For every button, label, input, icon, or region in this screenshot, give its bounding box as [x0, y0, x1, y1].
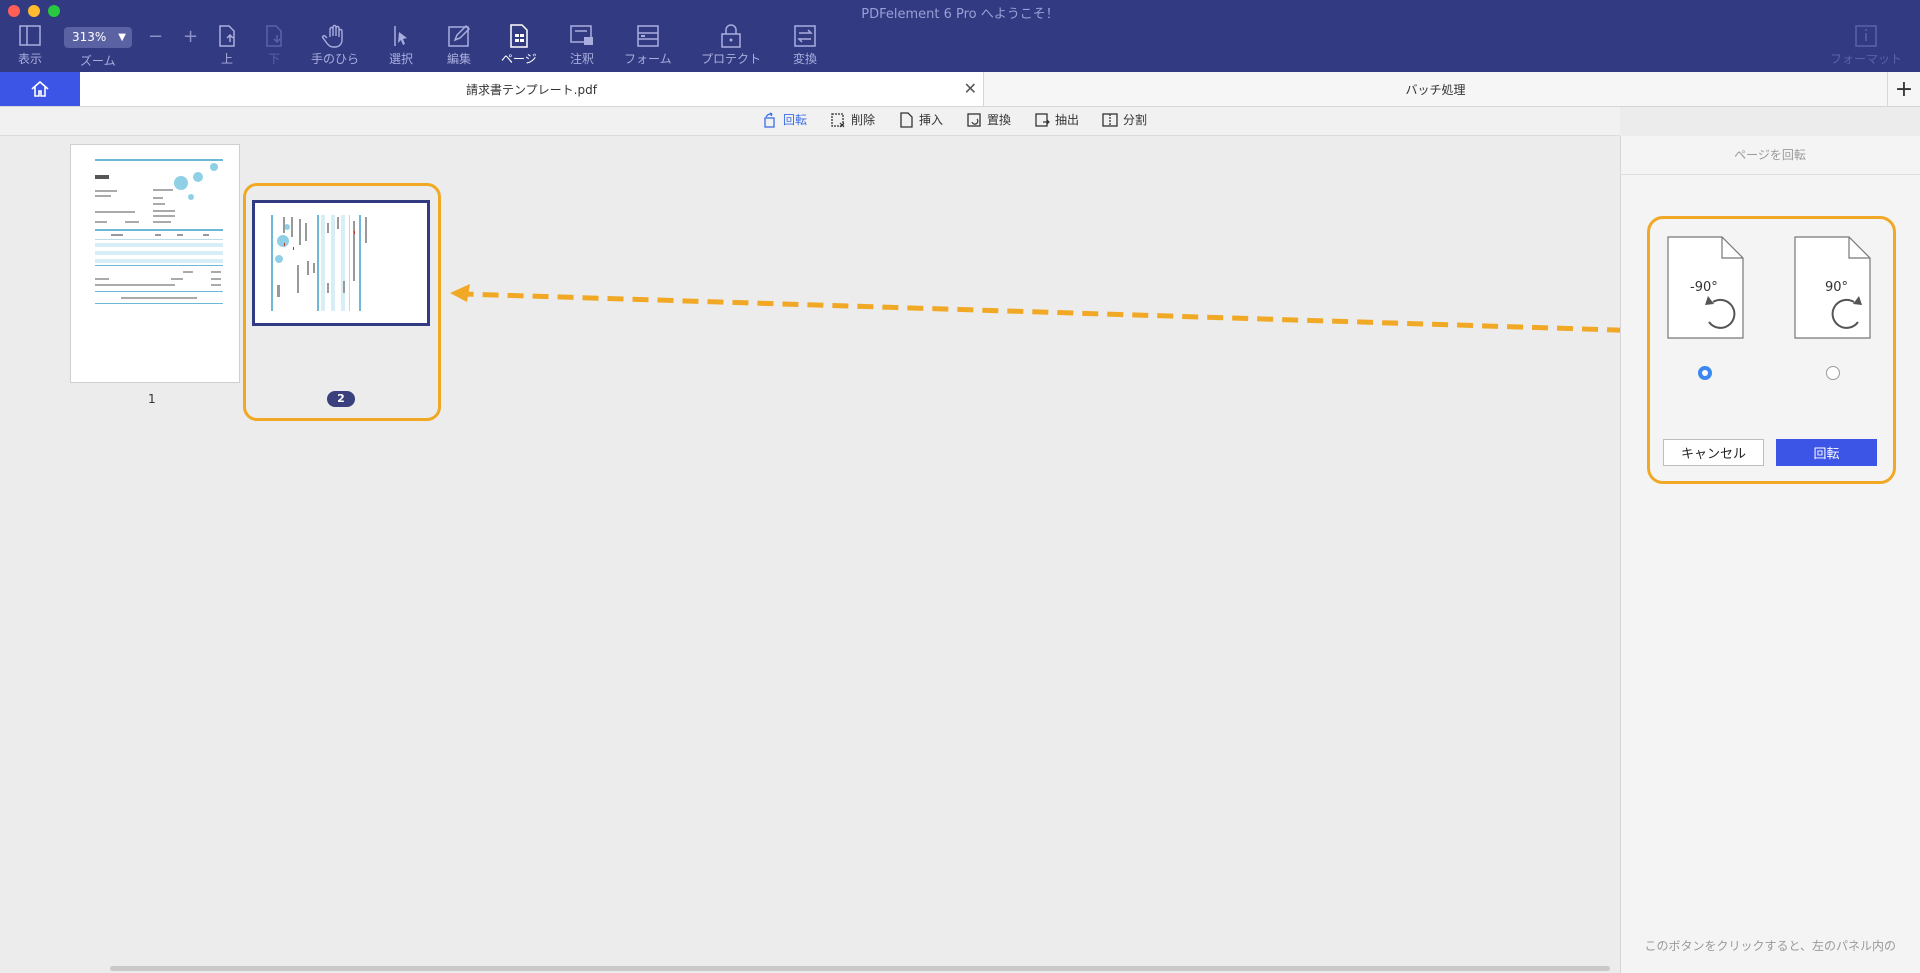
rotate-button[interactable]: 回転: [1776, 439, 1877, 466]
rotate-right-radio[interactable]: [1826, 366, 1840, 380]
panel-divider: [1620, 174, 1920, 175]
horizontal-scrollbar[interactable]: [110, 966, 1610, 971]
panel-hint-text: このボタンをクリックすると、左のパネル内の: [1644, 939, 1896, 953]
rotate-right-angle: 90°: [1825, 280, 1849, 295]
rotate-panel-title: ページを回転: [1734, 148, 1806, 162]
rotate-left-angle: -90°: [1690, 280, 1718, 295]
cancel-button[interactable]: キャンセル: [1663, 439, 1764, 466]
rotate-left-radio[interactable]: [1698, 366, 1712, 380]
